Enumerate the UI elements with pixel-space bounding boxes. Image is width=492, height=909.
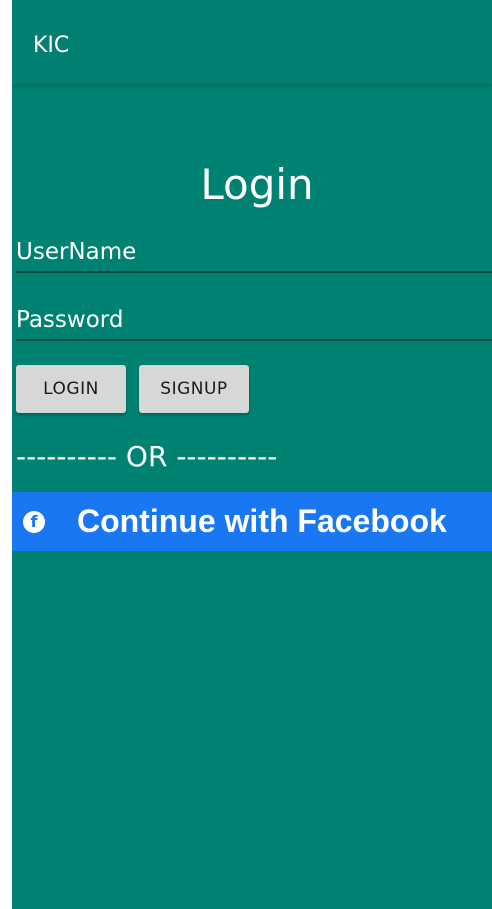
page-title: Login: [200, 160, 314, 209]
password-field-container: [16, 305, 492, 341]
username-input[interactable]: [16, 237, 492, 271]
continue-with-facebook-button[interactable]: f Continue with Facebook: [12, 492, 492, 551]
app-title: KIC: [33, 33, 70, 58]
username-field-container: [16, 237, 492, 273]
login-button[interactable]: LOGIN: [16, 365, 126, 413]
signup-button[interactable]: SIGNUP: [139, 365, 249, 413]
app-bar: KIC: [12, 0, 492, 84]
app-screen: KIC Login LOGIN SIGNUP ---------- OR ---…: [12, 0, 492, 909]
facebook-button-label: Continue with Facebook: [77, 503, 447, 539]
password-input[interactable]: [16, 305, 492, 339]
facebook-icon: f: [23, 510, 45, 533]
or-divider: ---------- OR ----------: [16, 440, 278, 473]
